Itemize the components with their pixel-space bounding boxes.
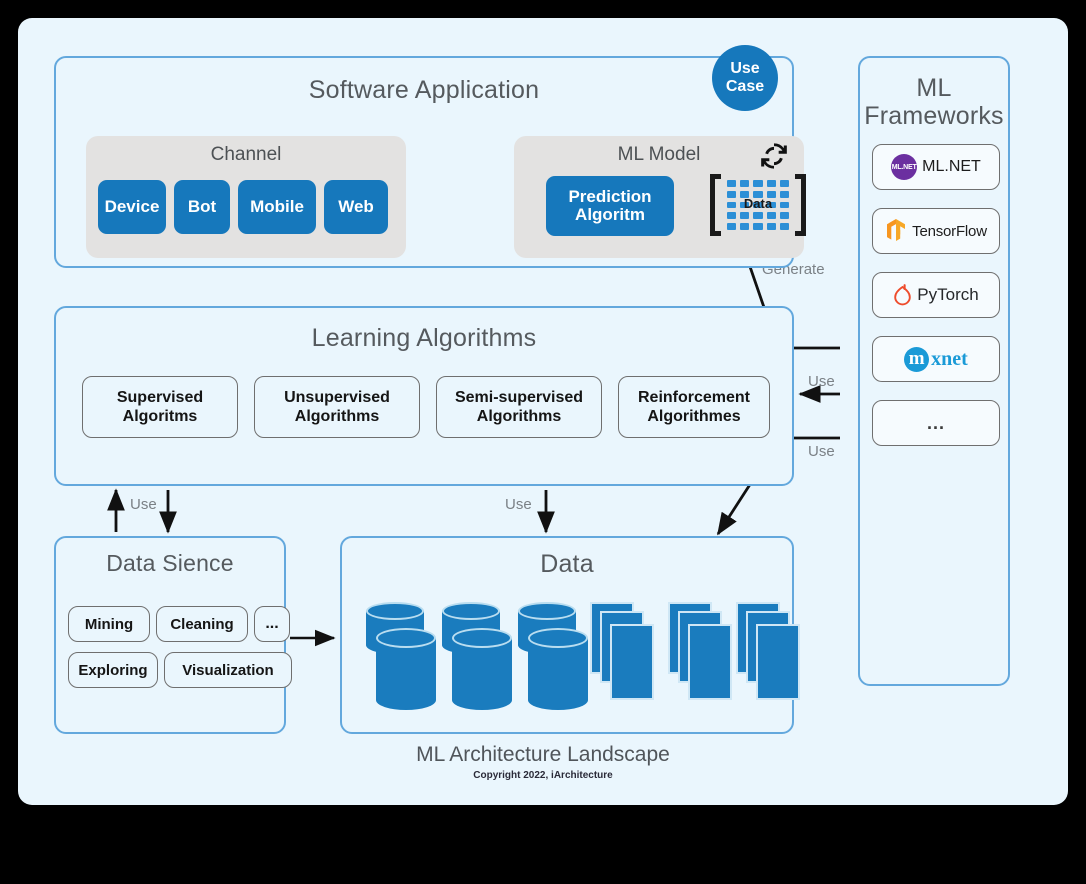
tensorflow-logo-icon — [887, 219, 906, 241]
mlnet-logo-icon: ML.NET — [891, 154, 918, 180]
channel-chip-device[interactable]: Device — [98, 180, 166, 234]
algo-2-line1: Semi-supervised — [454, 388, 584, 406]
refresh-cycle-icon — [761, 143, 787, 169]
algo-3-line1: Reinforcement — [637, 388, 751, 406]
file-icon — [610, 624, 654, 700]
use-data-label: Use — [505, 496, 532, 513]
algo-3-line2: Algorithmes — [647, 408, 741, 425]
framework-label-mlnet: ML.NET — [922, 158, 981, 175]
use-frameworks-data-label: Use — [808, 443, 835, 460]
file-stack-group — [590, 602, 662, 710]
footer-copyright: Copyright 2022, iArchitecture — [473, 770, 613, 781]
framework-chip-mlnet[interactable]: ML.NET ML.NET — [872, 144, 1000, 190]
use-case-badge[interactable]: Use Case — [712, 45, 778, 111]
prediction-algorithm-line1: Prediction — [568, 187, 652, 207]
ellipsis-icon: ... — [926, 412, 945, 433]
framework-chip-tensorflow[interactable]: TensorFlow — [872, 208, 1000, 254]
algo-0-line2: Algoritms — [122, 408, 198, 425]
prediction-algorithm-line2: Algoritm — [575, 205, 645, 224]
framework-label-pytorch: PyTorch — [917, 285, 979, 304]
algorithm-chip-supervised[interactable]: Supervised Algoritms — [82, 376, 238, 438]
database-group — [514, 602, 588, 710]
algo-1-line1: Unsupervised — [284, 388, 390, 406]
ml-model-group: ML Model Prediction Algoritm Data — [514, 136, 806, 258]
database-group — [362, 602, 436, 710]
framework-label-mxnet: xnet — [931, 347, 968, 370]
algo-0-line1: Supervised — [116, 388, 204, 406]
algorithm-chip-reinforcement[interactable]: Reinforcement Algorithmes — [618, 376, 770, 438]
algorithm-chip-unsupervised[interactable]: Unsupervised Algorithms — [254, 376, 420, 438]
screenshot-stage: Reference Generate Use Use Use Use Softw… — [0, 0, 1086, 884]
software-application-panel: Software Application Channel Device Bot … — [54, 56, 806, 268]
data-science-panel: Data Sience Mining Cleaning ... Explorin… — [54, 536, 292, 734]
data-science-chip-exploring[interactable]: Exploring — [68, 652, 158, 688]
mxnet-badge-text: m — [908, 348, 925, 369]
channel-title: Channel — [210, 144, 282, 165]
software-application-title: Software Application — [308, 76, 540, 104]
learning-algorithms-panel: Learning Algorithms Supervised Algoritms … — [54, 306, 794, 486]
file-stack-group — [736, 602, 808, 710]
data-science-chip-visualization[interactable]: Visualization — [164, 652, 292, 688]
pytorch-logo-icon — [894, 284, 912, 306]
prediction-algorithm-chip[interactable]: Prediction Algoritm — [546, 176, 674, 236]
database-cylinder-front — [528, 628, 588, 710]
data-panel-title: Data — [540, 550, 594, 578]
diagram-canvas: Reference Generate Use Use Use Use Softw… — [18, 18, 1068, 805]
use-frameworks-learning-label: Use — [808, 373, 835, 390]
algo-1-line2: Algorithms — [294, 408, 380, 425]
data-panel: Data — [340, 536, 800, 734]
file-icon — [756, 624, 800, 700]
file-stack-group — [668, 602, 740, 710]
ml-frameworks-title-line1: ML — [916, 74, 952, 102]
framework-chip-more[interactable]: ... — [872, 400, 1000, 446]
channel-chip-bot[interactable]: Bot — [174, 180, 230, 234]
use-datascience-label: Use — [130, 496, 157, 513]
data-science-chip-cleaning[interactable]: Cleaning — [156, 606, 248, 642]
mlnet-badge-text: ML.NET — [891, 163, 917, 171]
channel-chip-web[interactable]: Web — [324, 180, 388, 234]
database-cylinder-front — [376, 628, 436, 710]
footer-title: ML Architecture Landscape — [416, 743, 670, 766]
data-science-chip-more[interactable]: ... — [254, 606, 290, 642]
algo-2-line2: Algorithms — [476, 408, 562, 425]
database-group — [438, 602, 512, 710]
framework-chip-pytorch[interactable]: PyTorch — [872, 272, 1000, 318]
framework-label-tensorflow: TensorFlow — [912, 222, 987, 240]
footer: ML Architecture Landscape Copyright 2022… — [18, 743, 1068, 781]
framework-chip-mxnet[interactable]: m xnet — [872, 336, 1000, 382]
learning-algorithms-title: Learning Algorithms — [311, 324, 537, 352]
data-science-chip-mining[interactable]: Mining — [68, 606, 150, 642]
data-matrix: Data — [710, 174, 806, 236]
use-case-line2: Case — [725, 78, 765, 95]
channel-group: Channel Device Bot Mobile Web — [86, 136, 406, 258]
data-matrix-label: Data — [743, 196, 773, 211]
ml-frameworks-panel: ML Frameworks ML.NET ML.NET TensorFlow P… — [858, 56, 1010, 686]
mxnet-logo-icon: m — [904, 346, 930, 372]
ml-frameworks-title-line2: Frameworks — [864, 102, 1004, 130]
file-icon — [688, 624, 732, 700]
data-science-title: Data Sience — [106, 550, 234, 576]
database-cylinder-front — [452, 628, 512, 710]
ml-frameworks-title: ML Frameworks — [860, 74, 1008, 130]
channel-chip-mobile[interactable]: Mobile — [238, 180, 316, 234]
use-case-line1: Use — [730, 60, 760, 78]
algorithm-chip-semi-supervised[interactable]: Semi-supervised Algorithms — [436, 376, 602, 438]
